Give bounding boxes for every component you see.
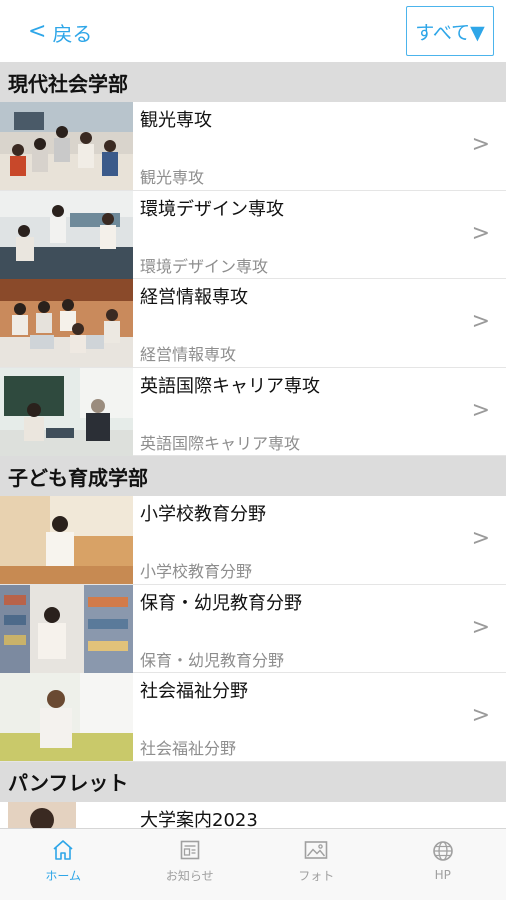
tab-label: お知らせ [165, 868, 214, 883]
row-title: 経営情報専攻 [140, 287, 248, 308]
chevron-left-icon: < [28, 19, 47, 44]
row-subtitle: 社会福祉分野 [140, 739, 237, 758]
row-subtitle: 環境デザイン専攻 [140, 256, 269, 276]
thumbnail-image [0, 496, 133, 584]
tab-hp[interactable]: HP [380, 829, 506, 900]
list-item[interactable]: 社会福祉分野 社会福祉分野 > [0, 673, 506, 762]
thumbnail-image [0, 102, 133, 190]
row-title: 環境デザイン専攻 [140, 198, 284, 220]
thumbnail-image [0, 584, 133, 673]
row-subtitle: 保育・幼児教育分野 [140, 650, 285, 670]
globe-icon [431, 839, 455, 863]
list-item[interactable]: 小学校教育分野 小学校教育分野 > [0, 496, 506, 585]
filter-dropdown-button[interactable]: すべて▼ [406, 6, 494, 56]
row-subtitle: 英語国際キャリア専攻 [140, 433, 301, 453]
tab-news[interactable]: お知らせ [127, 829, 254, 900]
thumbnail-image [0, 801, 133, 828]
chevron-right-icon: > [471, 614, 490, 640]
thumbnail-image [0, 190, 133, 279]
thumbnail-image [0, 279, 133, 367]
section-header: パンフレット [0, 761, 506, 802]
list-item[interactable]: 経営情報専攻 経営情報専攻 > [0, 279, 506, 368]
list-item[interactable]: 環境デザイン専攻 環境デザイン専攻 > [0, 190, 506, 279]
top-navigation-bar: < 戻る すべて▼ [0, 0, 506, 62]
department-list[interactable]: 現代社会学部 観光専攻 観光専攻 > 環境デザイン専攻 環境デザイン専攻 > 経… [0, 62, 506, 828]
list-item[interactable]: 英語国際キャリア専攻 英語国際キャリア専攻 > [0, 367, 506, 456]
chevron-right-icon: > [471, 397, 490, 423]
tab-home[interactable]: ホーム [0, 829, 127, 900]
chevron-right-icon: > [471, 309, 490, 334]
back-button-label: 戻る [52, 21, 93, 46]
tab-label: フォト [298, 868, 335, 883]
row-title: 観光専攻 [140, 110, 212, 131]
home-icon [51, 838, 75, 862]
thumbnail-image [0, 673, 133, 761]
thumbnail-image [0, 367, 133, 456]
chevron-right-icon: > [471, 703, 490, 728]
section-header: 子ども育成学部 [0, 456, 506, 496]
row-title: 小学校教育分野 [140, 504, 266, 525]
row-subtitle: 観光専攻 [140, 168, 205, 187]
row-title: 大学案内2023 [140, 809, 258, 829]
chevron-right-icon: > [471, 526, 490, 551]
list-item[interactable]: 保育・幼児教育分野 保育・幼児教育分野 > [0, 584, 506, 673]
row-title: 保育・幼児教育分野 [140, 592, 302, 614]
row-subtitle: 経営情報専攻 [140, 345, 237, 364]
chevron-right-icon: > [471, 132, 490, 157]
list-item[interactable]: 大学案内2023 > [0, 801, 506, 829]
photo-icon [303, 838, 329, 862]
row-subtitle: 小学校教育分野 [140, 562, 253, 581]
list-item[interactable]: 観光専攻 観光専攻 > [0, 102, 506, 191]
tab-label: ホーム [45, 868, 82, 883]
filter-dropdown-label: すべて▼ [415, 21, 485, 44]
tab-label: HP [434, 868, 451, 882]
app-screen: < 戻る すべて▼ 現代社会学部 観光専攻 観光専攻 > 環境デザイン専攻 環境… [0, 0, 506, 900]
bottom-tab-bar: ホーム お知らせ フォト HP [0, 828, 506, 900]
section-header: 現代社会学部 [0, 62, 506, 102]
back-button[interactable]: < 戻る [28, 17, 92, 47]
chevron-right-icon: > [471, 220, 490, 246]
row-title: 英語国際キャリア専攻 [140, 375, 320, 397]
tab-photo[interactable]: フォト [253, 829, 380, 900]
row-title: 社会福祉分野 [140, 681, 248, 702]
news-icon [178, 838, 202, 862]
